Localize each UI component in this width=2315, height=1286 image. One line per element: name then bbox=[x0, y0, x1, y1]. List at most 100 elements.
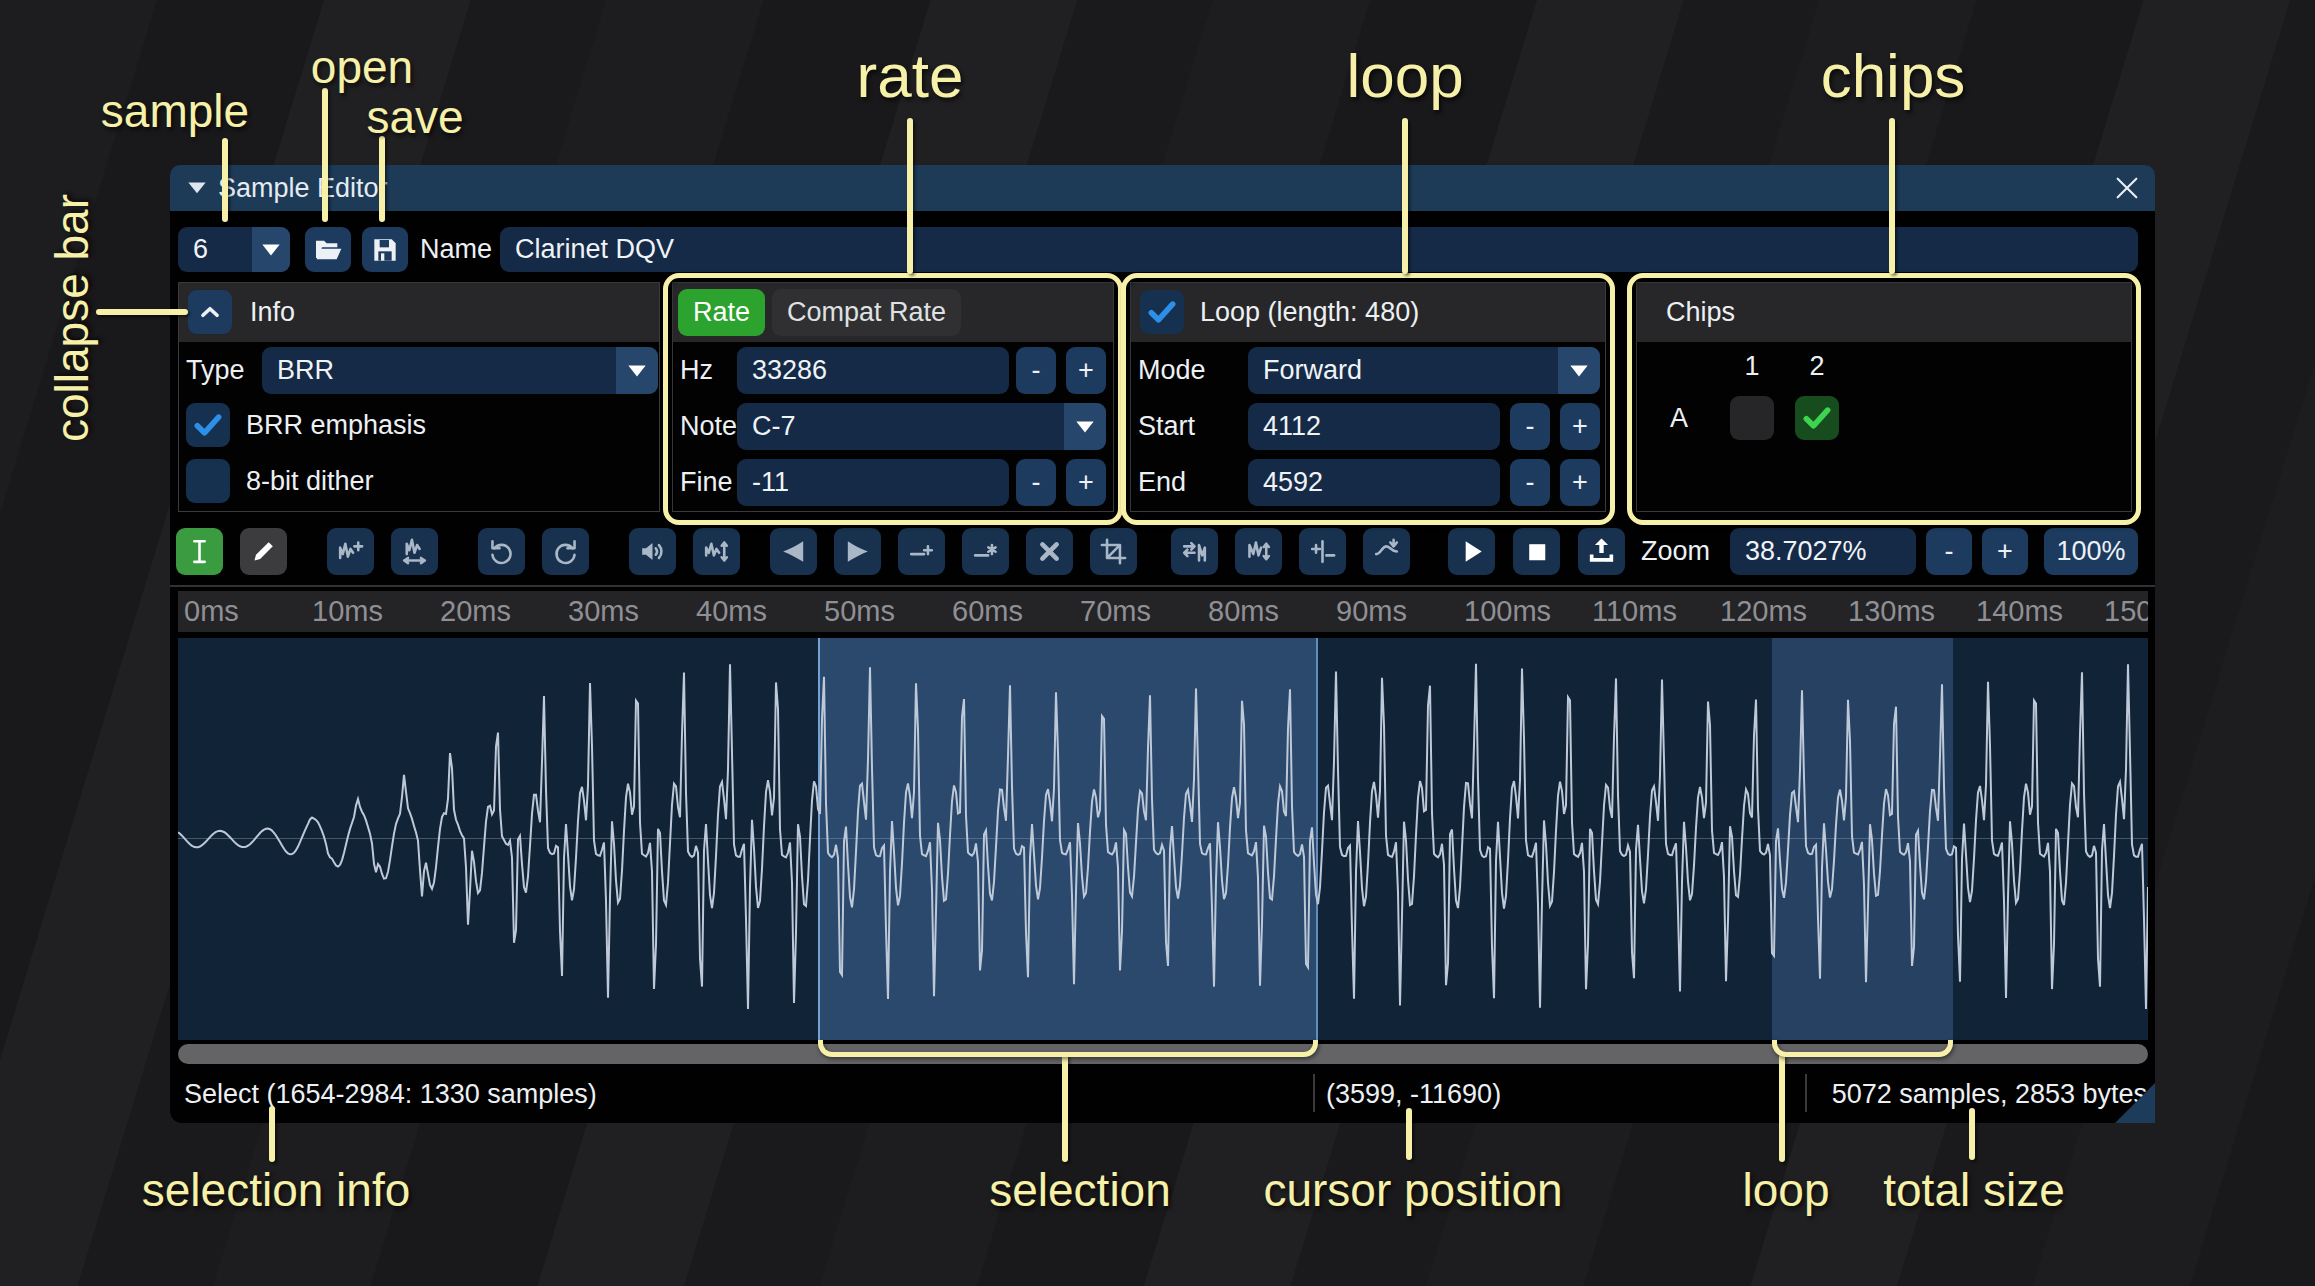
window-collapse-icon[interactable] bbox=[184, 176, 210, 202]
loop-annotation-outline bbox=[1121, 273, 1615, 525]
reset-zoom-button[interactable]: 100% bbox=[2044, 528, 2138, 575]
ruler-tick: 90ms bbox=[1336, 595, 1407, 628]
signed-unsigned-button[interactable] bbox=[1299, 528, 1346, 575]
loop-annotation-bracket bbox=[1772, 1040, 1953, 1057]
open-callout-line bbox=[322, 88, 328, 222]
chips-annotation-label: chips bbox=[1821, 40, 1966, 111]
brr-emphasis-label: BRR emphasis bbox=[246, 403, 426, 447]
dither-checkbox[interactable] bbox=[186, 459, 230, 503]
selection-info-annotation-label: selection info bbox=[142, 1163, 411, 1217]
upload-button[interactable] bbox=[1578, 528, 1625, 575]
ruler-tick: 30ms bbox=[568, 595, 639, 628]
rate-annotation-outline bbox=[663, 273, 1123, 525]
collapse-bar-annotation-label: collapse bar bbox=[45, 194, 99, 442]
preview-button[interactable] bbox=[1448, 528, 1495, 575]
type-value: BRR bbox=[277, 355, 334, 386]
cursor-position-annotation-label: cursor position bbox=[1263, 1163, 1562, 1217]
ruler-tick: 80ms bbox=[1208, 595, 1279, 628]
type-dropdown-arrow-icon[interactable] bbox=[616, 347, 658, 394]
loop-bottom-annotation-label: loop bbox=[1743, 1163, 1830, 1217]
open-button[interactable] bbox=[305, 227, 351, 272]
status-selection-info: Select (1654-2984: 1330 samples) bbox=[184, 1072, 597, 1116]
ruler[interactable]: 0ms 10ms 20ms 30ms 40ms 50ms 60ms 70ms 80ms 90ms 1… bbox=[178, 591, 2148, 632]
type-dropdown[interactable]: BRR bbox=[262, 347, 658, 394]
zoom-input[interactable]: 38.7027% bbox=[1730, 528, 1916, 575]
chips-annotation-outline bbox=[1627, 273, 2141, 525]
zoom-out-button[interactable]: - bbox=[1926, 528, 1972, 575]
info-panel-title: Info bbox=[250, 283, 295, 342]
ruler-tick: 10ms bbox=[312, 595, 383, 628]
screenshot-root: Sample Editor 6 Name Clarinet DQV Info T… bbox=[0, 0, 2315, 1286]
status-separator bbox=[1805, 1074, 1807, 1112]
fade-out-button[interactable] bbox=[834, 528, 881, 575]
open-annotation-label: open bbox=[311, 40, 413, 94]
sample-selector-arrow-icon[interactable] bbox=[252, 227, 290, 272]
ruler-tick: 130ms bbox=[1848, 595, 1935, 628]
total-size-callout-line bbox=[1969, 1108, 1975, 1160]
window-resize-corner[interactable] bbox=[2115, 1083, 2155, 1123]
insert-silence-button[interactable] bbox=[898, 528, 945, 575]
sample-annotation-label: sample bbox=[101, 84, 249, 138]
trim-button[interactable] bbox=[1090, 528, 1137, 575]
ruler-tick: 40ms bbox=[696, 595, 767, 628]
loop-bottom-callout-line bbox=[1779, 1054, 1785, 1162]
rate-annotation-label: rate bbox=[857, 40, 964, 111]
total-size-annotation-label: total size bbox=[1883, 1163, 2065, 1217]
zoom-label: Zoom bbox=[1641, 528, 1710, 575]
selection-annotation-bracket bbox=[818, 1040, 1318, 1057]
window-titlebar[interactable] bbox=[170, 165, 2155, 211]
save-button[interactable] bbox=[362, 227, 408, 272]
invert-button[interactable] bbox=[1235, 528, 1282, 575]
brr-emphasis-checkbox[interactable] bbox=[186, 403, 230, 447]
collapse-info-button[interactable] bbox=[188, 290, 232, 334]
ruler-tick: 60ms bbox=[952, 595, 1023, 628]
ruler-tick: 20ms bbox=[440, 595, 511, 628]
waveform-view[interactable] bbox=[178, 638, 2148, 1040]
draw-button[interactable] bbox=[240, 528, 287, 575]
loop-annotation-label: loop bbox=[1346, 40, 1463, 111]
rate-callout-line bbox=[907, 118, 913, 274]
edit-mode-button[interactable] bbox=[176, 528, 223, 575]
ruler-tick: 100ms bbox=[1464, 595, 1551, 628]
waveform bbox=[178, 638, 2148, 1040]
zoom-value: 38.7027% bbox=[1745, 536, 1867, 567]
name-value: Clarinet DQV bbox=[515, 234, 674, 265]
stop-preview-button[interactable] bbox=[1513, 528, 1560, 575]
fade-in-button[interactable] bbox=[770, 528, 817, 575]
cursor-position-callout-line bbox=[1406, 1108, 1412, 1160]
dither-label: 8-bit dither bbox=[246, 459, 374, 503]
sample-callout-line bbox=[222, 138, 228, 222]
toolbar-separator bbox=[170, 585, 2155, 587]
filter-button[interactable] bbox=[1363, 528, 1410, 575]
redo-button[interactable] bbox=[542, 528, 589, 575]
ruler-tick: 70ms bbox=[1080, 595, 1151, 628]
status-total-size: 5072 samples, 2853 bytes bbox=[1832, 1072, 2147, 1116]
name-label: Name bbox=[420, 227, 492, 272]
window-title: Sample Editor bbox=[218, 165, 388, 211]
ruler-tick: 120ms bbox=[1720, 595, 1807, 628]
resample-button[interactable] bbox=[327, 528, 374, 575]
selection-callout-line bbox=[1062, 1054, 1068, 1162]
delete-button[interactable] bbox=[1026, 528, 1073, 575]
zoom-in-button[interactable]: + bbox=[1982, 528, 2028, 575]
amplify-button[interactable] bbox=[629, 528, 676, 575]
selection-info-callout-line bbox=[269, 1106, 275, 1162]
ruler-tick: 50ms bbox=[824, 595, 895, 628]
chips-callout-line bbox=[1889, 118, 1895, 274]
save-callout-line bbox=[379, 136, 385, 222]
ruler-tick: 150ms bbox=[2104, 595, 2148, 628]
resize-button[interactable] bbox=[391, 528, 438, 575]
status-separator bbox=[1313, 1074, 1315, 1112]
type-label: Type bbox=[186, 347, 245, 394]
reverse-button[interactable] bbox=[1171, 528, 1218, 575]
apply-silence-button[interactable] bbox=[962, 528, 1009, 575]
ruler-tick: 0ms bbox=[184, 595, 239, 628]
status-cursor-position: (3599, -11690) bbox=[1326, 1072, 1501, 1116]
ruler-tick: 110ms bbox=[1592, 595, 1677, 628]
normalize-button[interactable] bbox=[693, 528, 740, 575]
sample-selector[interactable]: 6 bbox=[178, 227, 290, 272]
close-icon[interactable] bbox=[2111, 172, 2143, 204]
loop-callout-line bbox=[1402, 118, 1408, 274]
ruler-tick: 140ms bbox=[1976, 595, 2063, 628]
undo-button[interactable] bbox=[478, 528, 525, 575]
